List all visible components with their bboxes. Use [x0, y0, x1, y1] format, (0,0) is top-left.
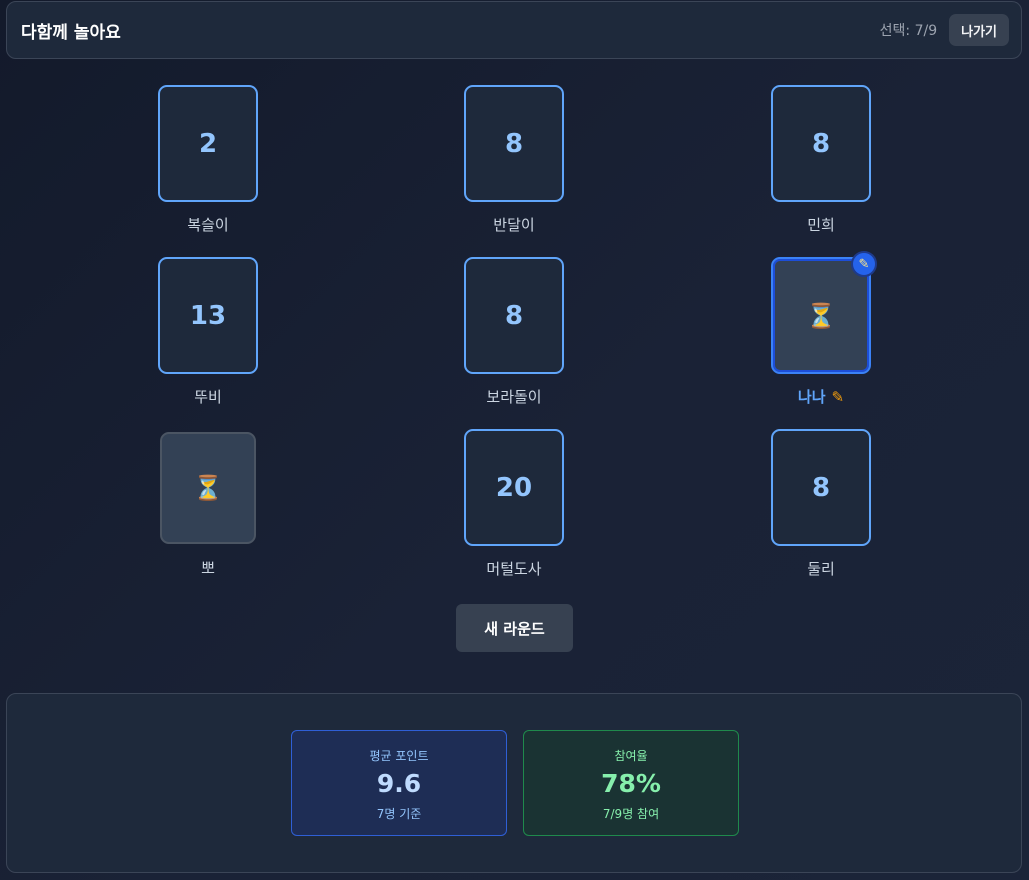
stats-panel: 평균 포인트 9.6 7명 기준 참여율 78% 7/9명 참여	[6, 693, 1022, 873]
card-value: 2	[198, 128, 218, 159]
average-value: 9.6	[376, 769, 422, 798]
player-card: 8	[464, 85, 564, 202]
average-label: 평균 포인트	[369, 749, 429, 763]
player-seat-7: ⏳ 뽀	[108, 429, 308, 579]
player-name: 머털도사	[486, 560, 542, 578]
player-seat-2: 8 반달이	[414, 85, 614, 235]
hourglass-icon: ⏳	[193, 474, 223, 502]
card-value: 20	[495, 472, 533, 503]
average-sub: 7명 기준	[376, 807, 422, 821]
player-seat-1: 2 복슬이	[108, 85, 308, 235]
player-name: 나나	[797, 388, 826, 406]
header-right: 선택: 7/9 나가기	[880, 14, 1009, 46]
pencil-icon: ✎	[831, 388, 845, 406]
player-seat-5: 8 보라돌이	[414, 257, 614, 407]
my-card[interactable]: ⏳ ✎	[771, 251, 877, 374]
card-value: 8	[504, 128, 524, 159]
card-value: 8	[504, 300, 524, 331]
player-card: 13	[158, 257, 258, 374]
player-name: 반달이	[493, 216, 535, 234]
my-player-name: 나나 ✎	[798, 386, 844, 407]
participation-card: 참여율 78% 7/9명 참여	[523, 730, 739, 836]
player-card: 8	[771, 429, 871, 546]
card-value: 13	[189, 300, 227, 331]
player-name: 민희	[807, 216, 835, 234]
player-name: 복슬이	[187, 216, 229, 234]
average-points-card: 평균 포인트 9.6 7명 기준	[291, 730, 507, 836]
player-card: 2	[158, 85, 258, 202]
selection-status: 선택: 7/9	[879, 23, 938, 39]
card-value: 8	[811, 128, 831, 159]
card-value: 8	[811, 472, 831, 503]
player-card: 8	[771, 85, 871, 202]
pencil-icon: ✎	[851, 251, 877, 277]
player-seat-3: 8 민희	[721, 85, 921, 235]
player-seat-4: 13 뚜비	[108, 257, 308, 407]
hourglass-icon: ⏳	[806, 301, 836, 330]
player-seat-8: 20 머털도사	[414, 429, 614, 579]
participation-value: 78%	[601, 769, 661, 798]
exit-button[interactable]: 나가기	[949, 14, 1009, 46]
participation-label: 참여율	[614, 749, 648, 763]
player-name: 뽀	[201, 559, 215, 577]
new-round-button[interactable]: 새 라운드	[456, 604, 573, 652]
player-name: 둘리	[807, 560, 835, 578]
player-seat-me: ⏳ ✎ 나나 ✎	[721, 251, 921, 407]
player-card: 8	[464, 257, 564, 374]
participation-sub: 7/9명 참여	[602, 807, 660, 821]
player-card-pending: ⏳	[160, 432, 256, 544]
player-name: 뚜비	[194, 388, 222, 406]
player-seat-9: 8 둘리	[721, 429, 921, 579]
top-bar: 다함께 놀아요 선택: 7/9 나가기	[6, 1, 1022, 59]
page-title: 다함께 놀아요	[21, 22, 121, 43]
player-name: 보라돌이	[486, 388, 542, 406]
player-card: 20	[464, 429, 564, 546]
